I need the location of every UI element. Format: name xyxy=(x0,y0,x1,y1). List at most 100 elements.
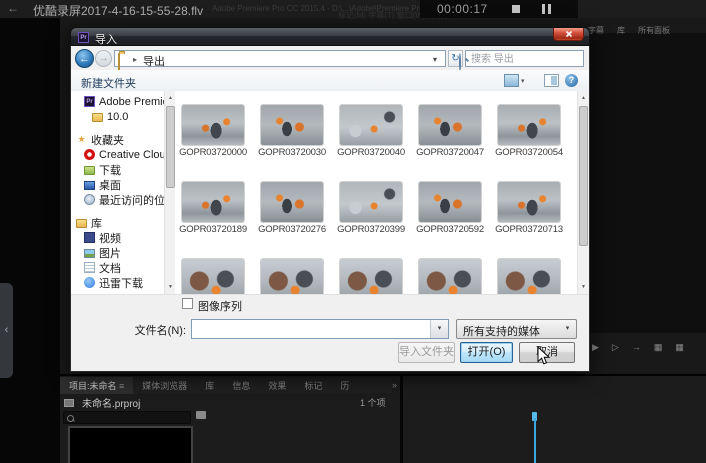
sidebar-item-thunder[interactable]: 迅雷下载 xyxy=(71,275,164,290)
sidebar-item-recent[interactable]: 最近访问的位置 xyxy=(71,192,164,207)
change-view-icon[interactable] xyxy=(504,74,519,87)
search-input[interactable] xyxy=(469,52,569,67)
new-folder-button[interactable]: 新建文件夹 xyxy=(81,75,136,91)
panel-tab[interactable]: 项目:未命名 ≡ xyxy=(60,377,133,394)
project-search-input[interactable] xyxy=(63,411,191,424)
file-item[interactable]: GOPR03720000 xyxy=(175,105,251,158)
panel-tab[interactable]: 媒体浏览器 xyxy=(133,377,196,394)
sidebar-item-desktop[interactable]: 桌面 xyxy=(71,177,164,192)
back-icon[interactable]: ← xyxy=(7,1,19,15)
breadcrumb[interactable]: ▸ 导出 ▾ xyxy=(114,50,446,67)
downloads-icon xyxy=(84,166,95,175)
file-item[interactable] xyxy=(333,259,409,294)
panel-divider[interactable] xyxy=(400,374,403,463)
sidebar-item-folder[interactable]: 10.0 xyxy=(71,109,164,124)
file-item[interactable] xyxy=(491,259,567,294)
chevron-down-icon[interactable]: ▾ xyxy=(430,320,448,338)
file-type-dropdown[interactable]: 所有支持的媒体 ▾ xyxy=(456,319,577,339)
panel-tab[interactable]: 历 xyxy=(331,377,358,394)
chevron-down-icon[interactable]: ▾ xyxy=(433,55,437,64)
play-icon[interactable]: ▶ xyxy=(592,342,599,353)
filename-input[interactable] xyxy=(194,322,428,338)
close-icon xyxy=(565,30,573,38)
preview-pane-icon[interactable] xyxy=(544,74,559,87)
open-button[interactable]: 打开(O) xyxy=(460,342,513,363)
sidebar-item-videos[interactable]: 视频 xyxy=(71,230,164,245)
scroll-down-icon[interactable]: ▼ xyxy=(578,280,589,294)
panel-tab[interactable]: 标记 xyxy=(295,377,331,394)
sidebar-item-pictures[interactable]: 图片 xyxy=(71,245,164,260)
file-thumbnail xyxy=(182,105,244,145)
close-button[interactable] xyxy=(553,28,584,41)
file-item[interactable]: GOPR03720189 xyxy=(175,182,251,235)
panel-tab[interactable]: 效果 xyxy=(259,377,295,394)
file-item[interactable]: GOPR03720047 xyxy=(412,105,488,158)
file-item[interactable] xyxy=(412,259,488,294)
project-item-thumbnail[interactable] xyxy=(68,426,193,463)
new-bin-icon[interactable] xyxy=(196,411,206,419)
file-thumbnail xyxy=(182,259,244,294)
sidebar-scrollbar[interactable]: ▲ ▼ xyxy=(164,91,175,294)
chevron-left-icon: ‹ xyxy=(5,324,9,336)
dialog-main: PrAdobe Premiere10.0 ★收藏夹Creative Cloud下载… xyxy=(71,91,589,294)
scroll-up-icon[interactable]: ▲ xyxy=(578,91,589,105)
sidebar-item-downloads[interactable]: 下载 xyxy=(71,162,164,177)
file-item[interactable]: GOPR03720713 xyxy=(491,182,567,235)
pause-icon[interactable] xyxy=(542,4,545,14)
dialog-title-bar[interactable]: Pr 导入 xyxy=(70,27,590,46)
tab-overflow-icon[interactable]: » xyxy=(392,380,397,390)
panel-menu-icon[interactable]: ≡ xyxy=(117,381,125,391)
slideout-handle[interactable]: ‹ xyxy=(0,283,13,378)
breadcrumb-folder[interactable]: 导出 xyxy=(143,53,165,69)
play-proxy-icon[interactable]: ▷ xyxy=(612,342,619,353)
sidebar-item-star[interactable]: ★收藏夹 xyxy=(71,132,164,147)
file-item[interactable]: GOPR03720399 xyxy=(333,182,409,235)
nav-forward-button[interactable]: → xyxy=(95,50,112,67)
filelist-scrollbar[interactable]: ▲ ▼ xyxy=(577,91,589,294)
chevron-down-icon: ▾ xyxy=(559,320,576,338)
workspace-tab[interactable]: 所有面板 xyxy=(638,25,670,36)
file-label: GOPR03720030 xyxy=(254,147,330,158)
import-folder-button[interactable]: 导入文件夹 xyxy=(398,342,455,363)
file-item[interactable]: GOPR03720040 xyxy=(333,105,409,158)
import-dialog: Pr 导入 ← → ▸ 导出 ▾ ↻ 新建文件夹 xyxy=(70,27,590,372)
help-button[interactable]: ? xyxy=(565,74,578,87)
sidebar-item-label: 图片 xyxy=(99,245,121,261)
export-frame-icon[interactable]: → xyxy=(632,342,641,353)
sidebar-item-libraries[interactable]: 库 xyxy=(71,215,164,230)
file-item[interactable]: GOPR03720592 xyxy=(412,182,488,235)
file-type-value: 所有支持的媒体 xyxy=(463,323,540,339)
sidebar-item-creative-cloud[interactable]: Creative Cloud xyxy=(71,147,164,162)
extract-icon[interactable]: ▦ xyxy=(675,342,684,353)
file-item[interactable]: GOPR03720276 xyxy=(254,182,330,235)
file-item[interactable] xyxy=(254,259,330,294)
sidebar-item-documents[interactable]: 文档 xyxy=(71,260,164,275)
lift-icon[interactable]: ▦ xyxy=(654,342,663,353)
workspace-tab[interactable]: 库 xyxy=(617,25,625,36)
clip-icon xyxy=(64,399,74,407)
workspace-tab[interactable]: 字幕 xyxy=(588,25,604,36)
recorder-title-bar: Adobe Premiere Pro CC 2015.4 - D:\...\Ad… xyxy=(0,0,706,18)
chevron-down-icon[interactable]: ▾ xyxy=(521,77,525,85)
dialog-toolbar: 新建文件夹 ▾ ? xyxy=(71,70,589,92)
dialog-footer: 图像序列 文件名(N): ▾ 所有支持的媒体 ▾ 导入文件夹 打开(O) 取消 xyxy=(71,294,589,371)
panel-tab[interactable]: 库 xyxy=(196,377,223,394)
scrollbar-thumb[interactable] xyxy=(166,106,175,188)
panel-tab[interactable]: 信息 xyxy=(223,377,259,394)
pause-icon[interactable] xyxy=(548,4,551,14)
scrollbar-thumb[interactable] xyxy=(579,106,588,246)
file-thumbnail xyxy=(340,259,402,294)
star-icon: ★ xyxy=(76,134,87,145)
file-item[interactable] xyxy=(175,259,251,294)
workspace-tab-bar: 字幕 库 所有面板 xyxy=(588,25,670,36)
nav-back-button[interactable]: ← xyxy=(75,49,94,68)
sidebar-item-premiere[interactable]: PrAdobe Premiere xyxy=(71,94,164,109)
stop-icon[interactable] xyxy=(512,5,520,13)
recent-icon xyxy=(84,194,95,205)
image-sequence-checkbox[interactable] xyxy=(182,298,193,309)
file-item[interactable]: GOPR03720030 xyxy=(254,105,330,158)
file-label: GOPR03720713 xyxy=(491,224,567,235)
file-item[interactable]: GOPR03720054 xyxy=(491,105,567,158)
file-thumbnail xyxy=(340,105,402,145)
project-file-row[interactable]: 未命名.prproj xyxy=(64,395,140,410)
